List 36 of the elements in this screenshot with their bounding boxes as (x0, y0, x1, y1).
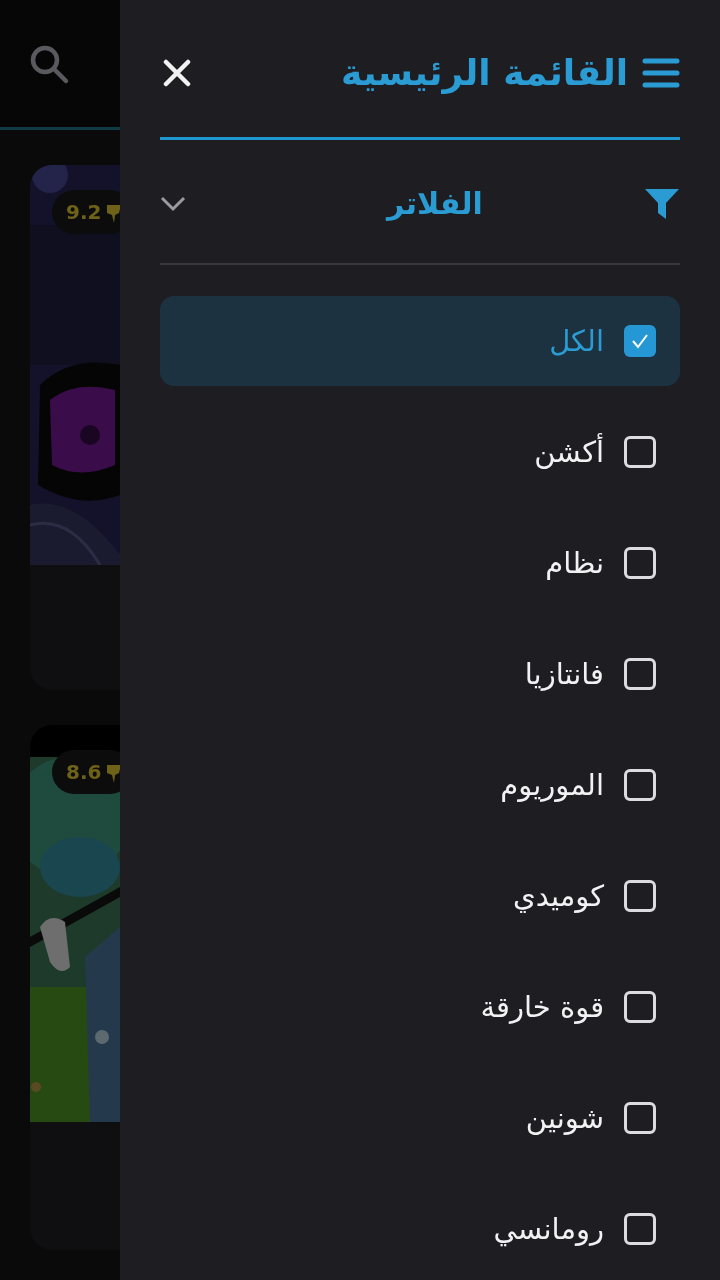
filter-option[interactable]: نظام (160, 518, 680, 608)
rating-badge: 8.6 (52, 750, 120, 794)
filters-title: الفلاتر (384, 186, 484, 221)
checkbox[interactable] (624, 991, 656, 1023)
filter-option[interactable]: الموريوم (160, 740, 680, 830)
checkbox[interactable] (624, 1102, 656, 1134)
checkbox[interactable] (624, 769, 656, 801)
checkbox[interactable] (624, 436, 656, 468)
checkbox[interactable] (624, 547, 656, 579)
filter-label: شونين (525, 1101, 604, 1135)
filter-option[interactable]: أكشن (160, 407, 680, 497)
rating-badge: 9.2 (52, 190, 120, 234)
filter-label: نظام (545, 546, 604, 580)
checkbox[interactable] (624, 1213, 656, 1245)
filter-label: الموريوم (500, 768, 604, 802)
filter-icon (644, 187, 680, 220)
check-icon (631, 333, 649, 349)
menu-icon[interactable] (642, 56, 680, 89)
filter-option[interactable]: رومانسي (160, 1184, 680, 1274)
filter-label: كوميدي (513, 879, 604, 913)
filter-label: أكشن (534, 435, 604, 469)
filter-label: قوة خارقة (480, 990, 604, 1024)
menu-title: القائمة الرئيسية (340, 52, 628, 93)
filter-option[interactable]: كوميدي (160, 851, 680, 941)
checkbox[interactable] (624, 658, 656, 690)
filter-option[interactable]: قوة خارقة (160, 962, 680, 1052)
filter-option[interactable]: شونين (160, 1073, 680, 1163)
filter-option[interactable]: فانتازيا (160, 629, 680, 719)
checkbox[interactable] (624, 880, 656, 912)
checkbox[interactable] (624, 325, 656, 357)
filters-header[interactable]: الفلاتر (160, 140, 680, 265)
filter-option[interactable]: الكل (160, 296, 680, 386)
filter-label: الكل (549, 324, 604, 358)
filter-label: رومانسي (493, 1212, 604, 1246)
close-icon (163, 58, 191, 87)
filter-label: فانتازيا (524, 657, 604, 691)
